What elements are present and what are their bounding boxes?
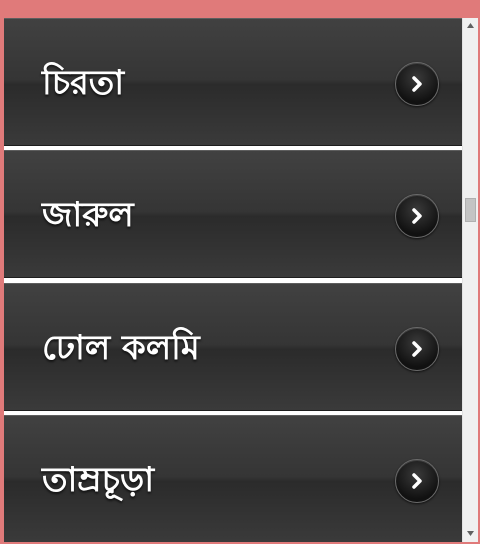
chevron-right-icon[interactable] — [395, 327, 439, 371]
list-item[interactable]: চিরতা — [4, 18, 462, 146]
chevron-right-icon[interactable] — [395, 194, 439, 238]
list-item-label: চিরতা — [42, 63, 125, 103]
list-item[interactable]: ঢোল কলমি — [4, 283, 462, 411]
plant-list: চিরতা জারুল ঢোল কলমি তাম্রচূড়া — [4, 18, 462, 542]
scroll-up-button[interactable] — [463, 18, 478, 34]
chevron-up-icon — [467, 23, 474, 28]
list-item[interactable]: তাম্রচূড়া — [4, 415, 462, 542]
vertical-scrollbar[interactable] — [462, 18, 478, 542]
chevron-right-icon[interactable] — [395, 459, 439, 503]
scrollbar-thumb[interactable] — [465, 198, 476, 222]
list-item-label: জারুল — [42, 195, 134, 235]
scroll-down-button[interactable] — [463, 526, 478, 542]
list-item-label: তাম্রচূড়া — [42, 460, 155, 500]
chevron-right-icon[interactable] — [395, 62, 439, 106]
list-item-label: ঢোল কলমি — [42, 328, 200, 368]
chevron-down-icon — [467, 531, 474, 536]
list-panel: চিরতা জারুল ঢোল কলমি তাম্রচূড়া — [4, 18, 478, 542]
list-item[interactable]: জারুল — [4, 150, 462, 278]
